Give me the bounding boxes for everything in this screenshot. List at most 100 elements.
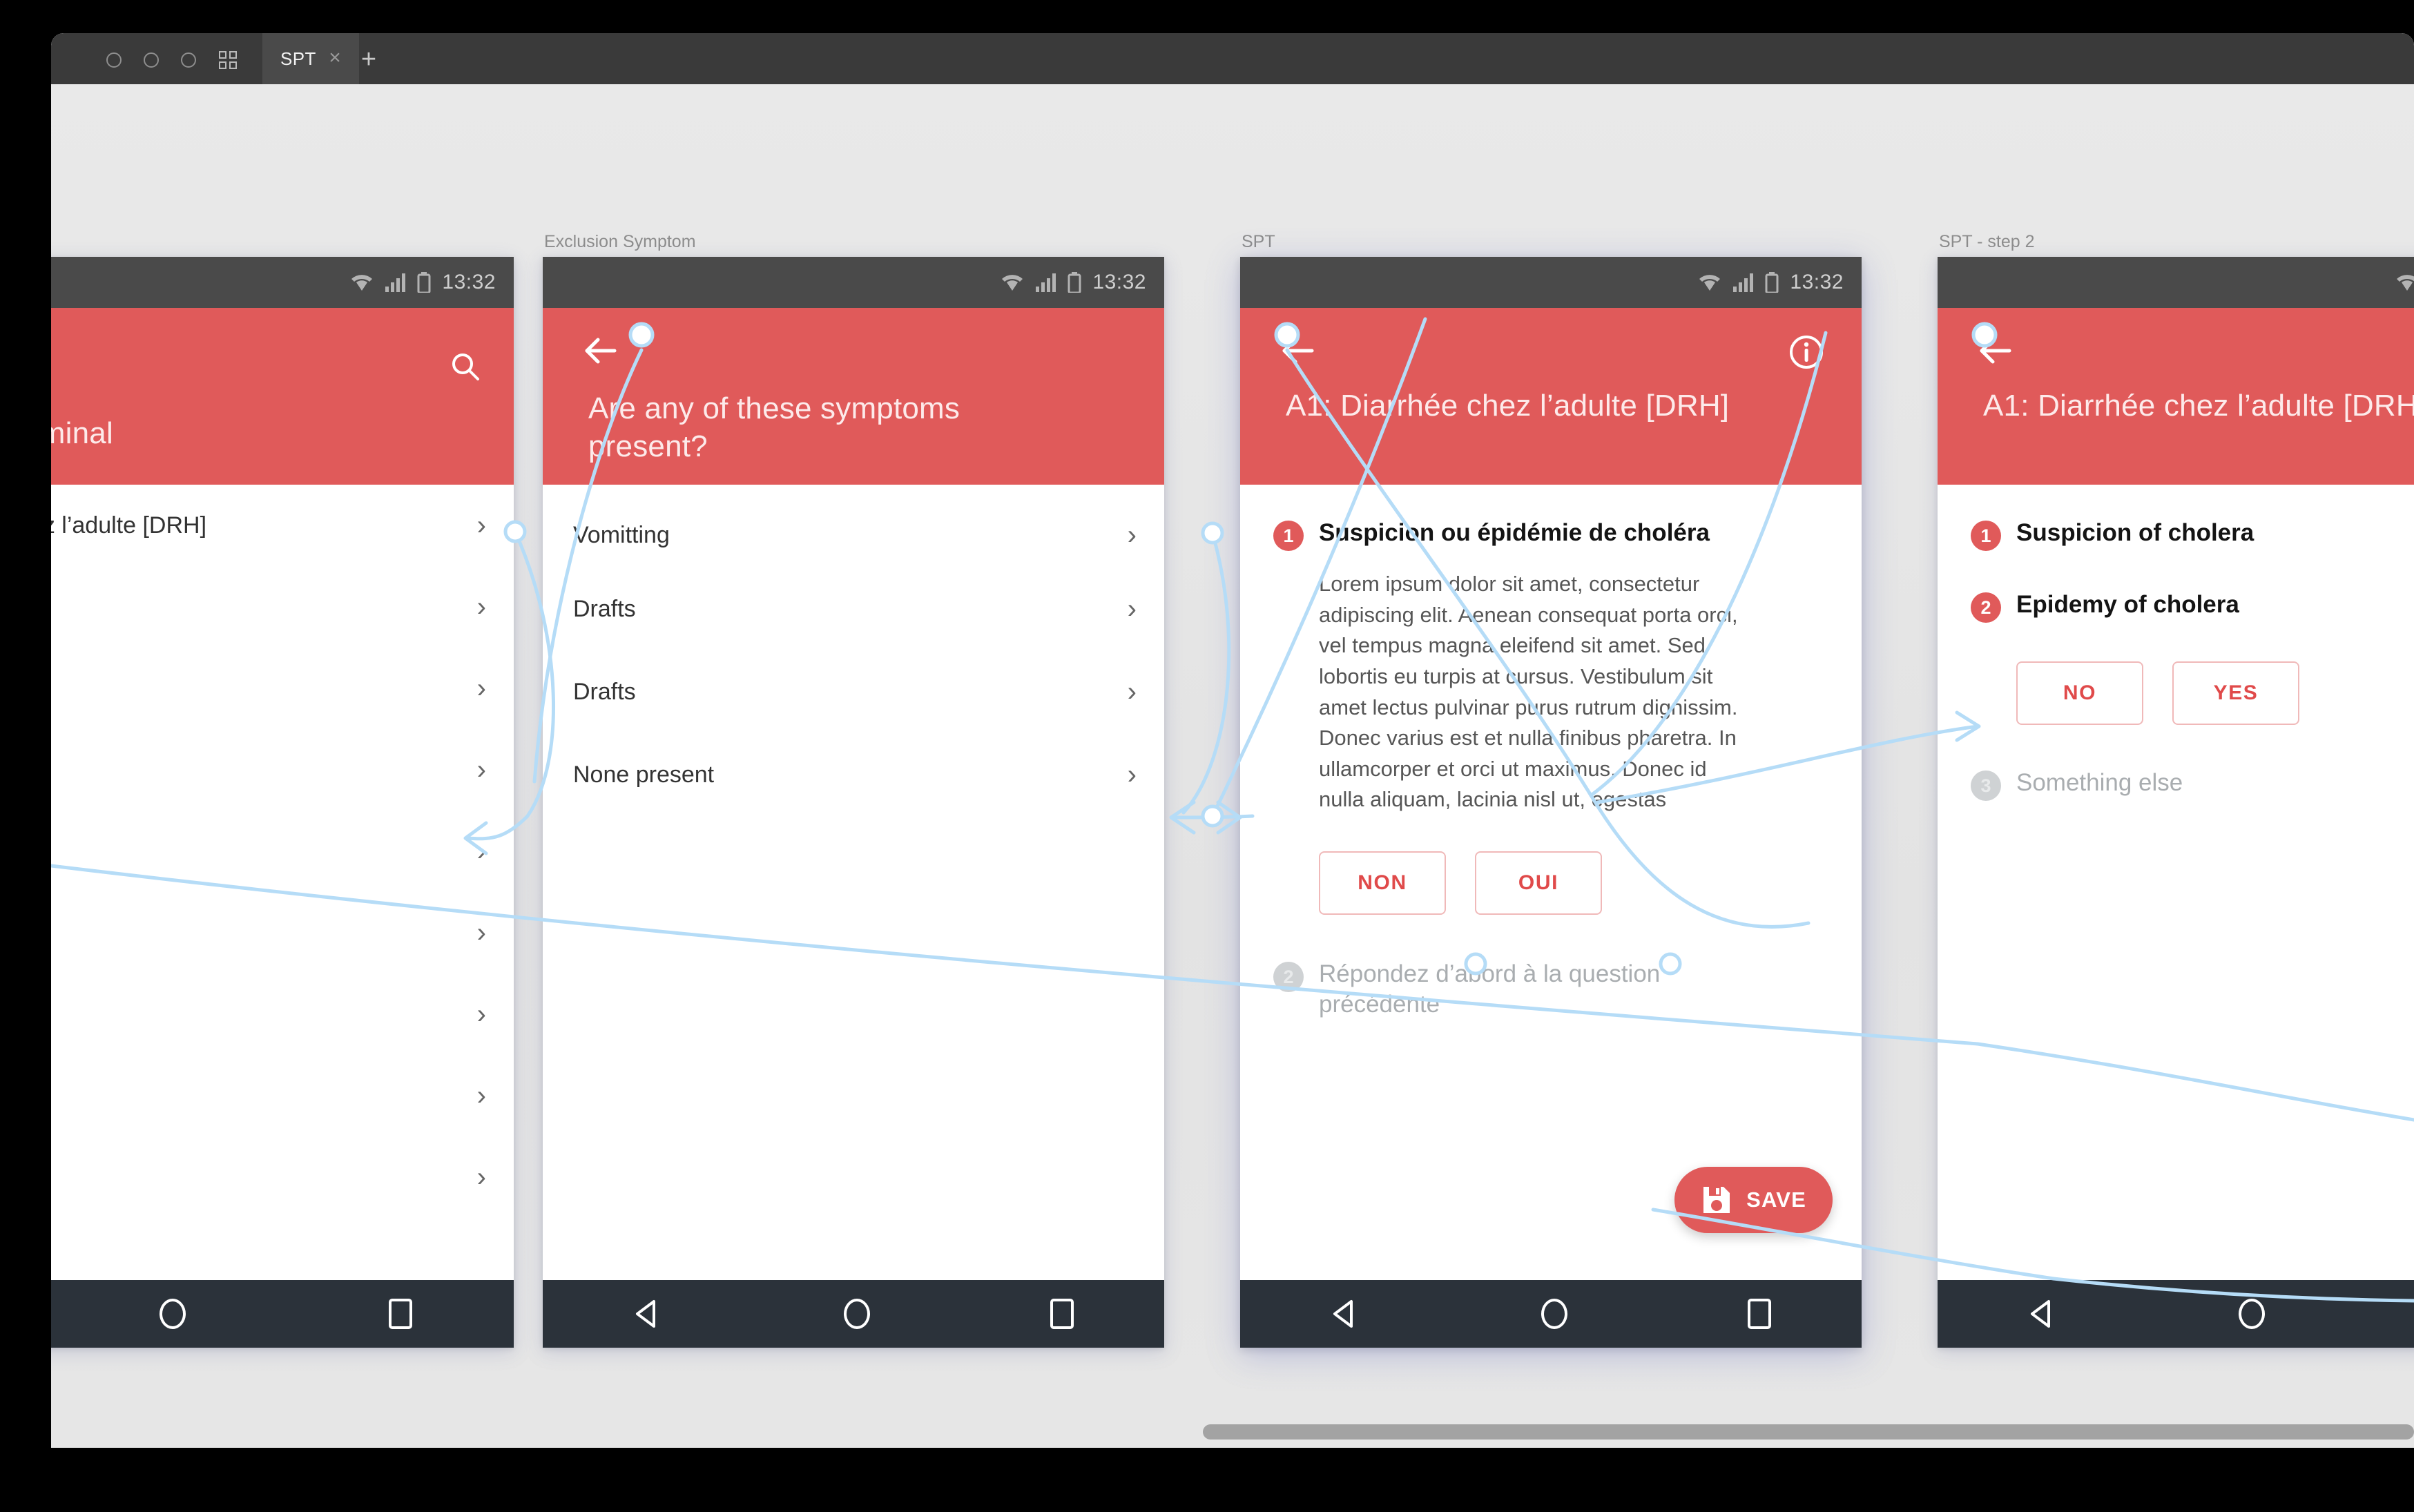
question-block-1[interactable]: 1 Suspicion of cholera bbox=[1971, 518, 2414, 551]
chevron-right-icon: › bbox=[476, 1080, 486, 1111]
list-item-label: chez l’adulte [DRH] bbox=[51, 512, 207, 539]
list-item[interactable]: › bbox=[51, 1055, 514, 1136]
list-item[interactable]: chez l’adulte [DRH] › bbox=[51, 485, 514, 566]
save-fab-button[interactable]: SAVE bbox=[1674, 1167, 1833, 1233]
status-icons-1: 13:32 bbox=[349, 271, 496, 294]
back-nav-icon[interactable] bbox=[633, 1299, 664, 1329]
list-item[interactable]: Drafts › bbox=[543, 568, 1164, 650]
grid-view-icon[interactable] bbox=[219, 51, 237, 69]
close-window-icon[interactable] bbox=[106, 52, 122, 68]
chevron-right-icon: › bbox=[476, 999, 486, 1029]
back-arrow-icon[interactable] bbox=[581, 336, 620, 369]
list-item[interactable]: › bbox=[51, 892, 514, 973]
grid-cell-icon bbox=[229, 51, 237, 59]
home-icon[interactable] bbox=[843, 1299, 870, 1329]
android-nav-bar-2[interactable] bbox=[543, 1280, 1164, 1348]
screen-2[interactable]: 13:32 Are any of these symptoms present? bbox=[543, 257, 1164, 1348]
chevron-right-icon: › bbox=[476, 1162, 486, 1192]
app-bar-3: A1: Diarrhée chez l’adulte [DRH] bbox=[1240, 308, 1862, 485]
list-item[interactable]: Vomitting › bbox=[543, 485, 1164, 568]
status-icons-2: 13:32 bbox=[1000, 271, 1146, 294]
status-bar-3: 13:32 bbox=[1240, 257, 1862, 308]
list-item[interactable]: › bbox=[51, 729, 514, 811]
list-item-label: Vomitting bbox=[573, 521, 670, 548]
grid-cell-icon bbox=[219, 51, 226, 59]
info-icon[interactable] bbox=[1788, 334, 1824, 374]
window-controls[interactable] bbox=[106, 52, 196, 68]
android-nav-bar-4[interactable] bbox=[1938, 1280, 2414, 1348]
connector-arrowhead bbox=[1169, 800, 1196, 835]
app-bar-1: e abdominal bbox=[51, 308, 514, 485]
question-block-2[interactable]: 2 Epidemy of cholera bbox=[1971, 590, 2414, 623]
chevron-right-icon: › bbox=[1127, 677, 1137, 707]
list-item[interactable]: Drafts › bbox=[543, 650, 1164, 733]
question-2-choices[interactable]: NO YES bbox=[2016, 661, 2414, 725]
screen-label-3: SPT bbox=[1242, 232, 1275, 251]
home-icon[interactable] bbox=[1541, 1299, 1567, 1329]
grid-cell-icon bbox=[219, 61, 226, 69]
chevron-right-icon: › bbox=[1127, 759, 1137, 790]
home-icon[interactable] bbox=[2238, 1299, 2265, 1329]
minimize-window-icon[interactable] bbox=[144, 52, 159, 68]
question-block-1[interactable]: 1 Suspicion ou épidémie de choléra bbox=[1273, 518, 1826, 551]
window-titlebar: SPT × + bbox=[51, 33, 2414, 84]
wifi-icon bbox=[2397, 275, 2414, 291]
screen-1-list[interactable]: chez l’adulte [DRH] › › › bbox=[51, 485, 514, 1218]
recents-icon[interactable] bbox=[1748, 1299, 1772, 1329]
maximize-window-icon[interactable] bbox=[181, 52, 196, 68]
question-number-badge: 2 bbox=[1971, 592, 2001, 623]
screen-4-content: 1 Suspicion of cholera 2 Epidemy of chol… bbox=[1938, 485, 2414, 801]
scrollbar-thumb[interactable] bbox=[1203, 1424, 2414, 1440]
android-nav-bar-3[interactable] bbox=[1240, 1280, 1862, 1348]
chevron-right-icon: › bbox=[476, 592, 486, 622]
recents-icon[interactable] bbox=[1050, 1299, 1074, 1329]
screen-1[interactable]: 13:32 e abdominal bbox=[51, 257, 514, 1348]
back-nav-icon[interactable] bbox=[1331, 1299, 1361, 1329]
back-arrow-icon[interactable] bbox=[1976, 336, 2015, 369]
recents-icon[interactable] bbox=[389, 1299, 412, 1329]
chevron-right-icon: › bbox=[476, 673, 486, 704]
list-item[interactable]: › bbox=[51, 811, 514, 892]
list-item[interactable]: › bbox=[51, 973, 514, 1055]
prototype-canvas[interactable]: 13:32 e abdominal bbox=[51, 84, 2414, 1448]
home-icon[interactable] bbox=[160, 1299, 186, 1329]
choice-button-no[interactable]: NO bbox=[2016, 661, 2143, 725]
question-block-2[interactable]: 2 Répondez d’abord à la question précéde… bbox=[1273, 959, 1826, 1020]
chevron-right-icon: › bbox=[476, 510, 486, 541]
android-nav-bar-1[interactable] bbox=[51, 1280, 514, 1348]
save-fab-label: SAVE bbox=[1746, 1188, 1806, 1212]
battery-icon bbox=[417, 272, 431, 293]
screen-4[interactable]: 13:32 A1: Diarrhée chez l’adulte [DRH] bbox=[1938, 257, 2414, 1348]
choice-button-oui[interactable]: OUI bbox=[1475, 851, 1602, 915]
list-item[interactable]: None present › bbox=[543, 733, 1164, 816]
list-item[interactable]: › bbox=[51, 566, 514, 648]
status-time-1: 13:32 bbox=[442, 271, 496, 293]
chevron-right-icon: › bbox=[476, 755, 486, 785]
search-icon[interactable] bbox=[449, 351, 482, 387]
wifi-icon bbox=[1002, 275, 1023, 291]
choice-button-yes[interactable]: YES bbox=[2172, 661, 2299, 725]
tab-spt[interactable]: SPT bbox=[262, 33, 359, 84]
screen-label-4: SPT - step 2 bbox=[1939, 232, 2035, 251]
back-nav-icon[interactable] bbox=[2028, 1299, 2058, 1329]
battery-icon bbox=[1765, 272, 1779, 293]
horizontal-scrollbar[interactable] bbox=[51, 1416, 2414, 1448]
chevron-right-icon: › bbox=[476, 918, 486, 948]
back-arrow-icon[interactable] bbox=[1279, 336, 1317, 369]
question-block-3[interactable]: 3 Something else bbox=[1971, 768, 2414, 801]
tab-label: SPT bbox=[280, 48, 316, 69]
question-1-choices[interactable]: NON OUI bbox=[1319, 851, 1826, 915]
screen-2-list[interactable]: Vomitting › Drafts › Drafts › None prese… bbox=[543, 485, 1164, 816]
question-body: Lorem ipsum dolor sit amet, consectetur … bbox=[1319, 572, 1738, 812]
screen-3[interactable]: 13:32 A1: Diarrhée chez l’adulte [DRH] 1… bbox=[1240, 257, 1862, 1348]
wifi-icon bbox=[351, 275, 373, 291]
screen-frame-1: 13:32 e abdominal bbox=[51, 257, 514, 1348]
app-bar-4: A1: Diarrhée chez l’adulte [DRH] bbox=[1938, 308, 2414, 485]
new-tab-icon[interactable]: + bbox=[357, 46, 380, 72]
question-title: Répondez d’abord à la question précédent… bbox=[1319, 960, 1661, 1018]
choice-button-non[interactable]: NON bbox=[1319, 851, 1446, 915]
list-item[interactable]: › bbox=[51, 1136, 514, 1218]
close-tab-icon[interactable]: × bbox=[326, 48, 344, 68]
connector-arrowhead bbox=[1216, 800, 1242, 835]
list-item[interactable]: › bbox=[51, 648, 514, 729]
